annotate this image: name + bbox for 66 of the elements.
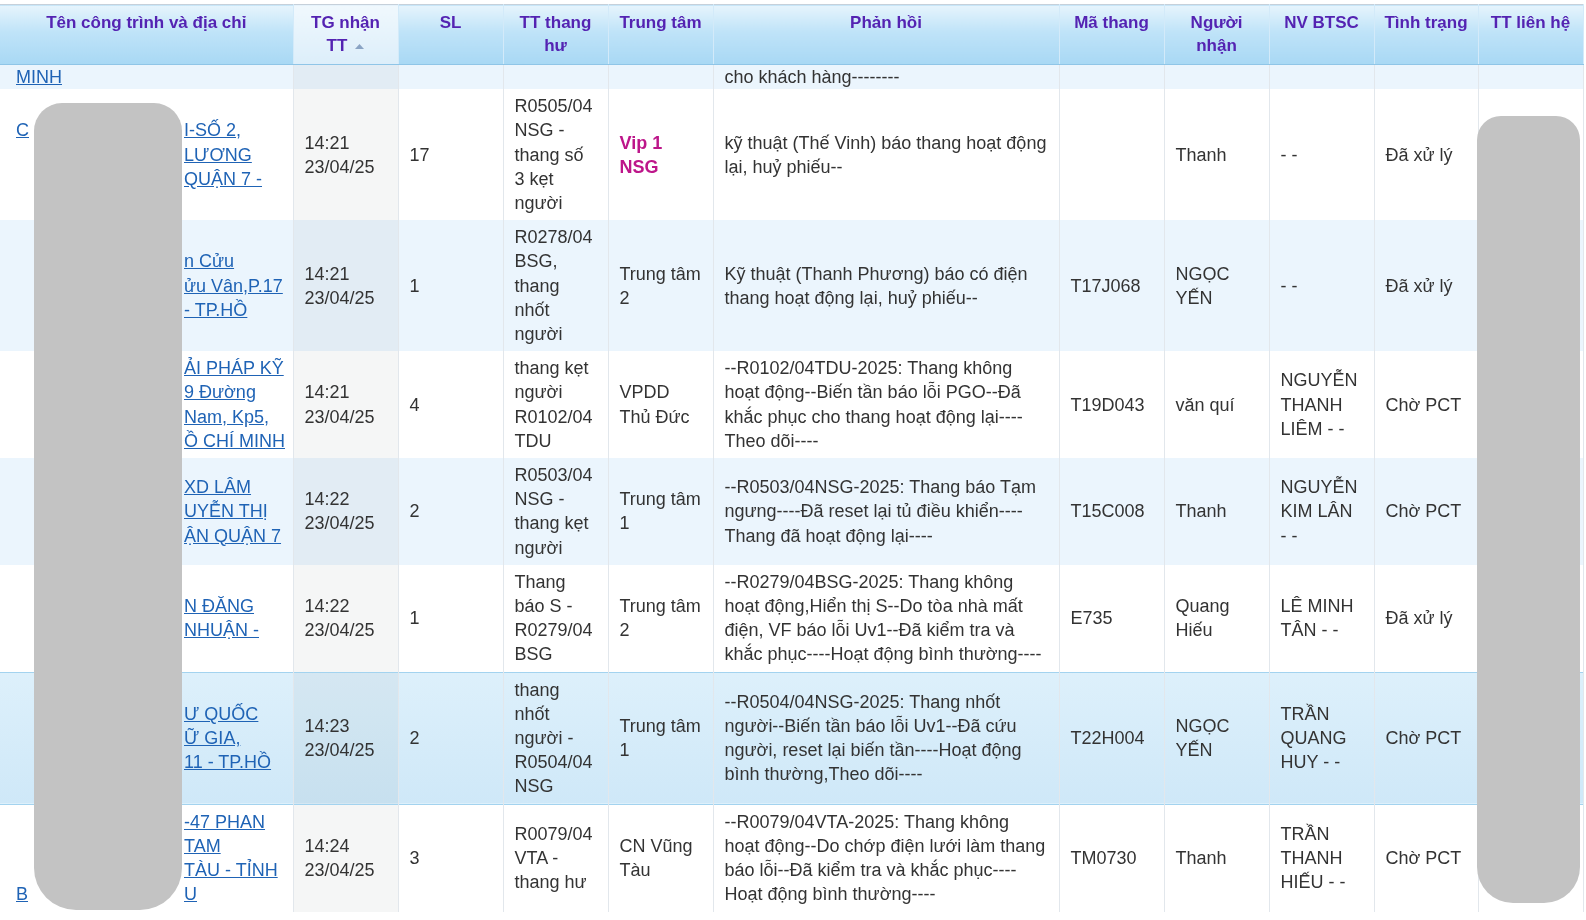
address-link[interactable]: C bbox=[16, 120, 29, 141]
feedback-cell: --R0504/04NSG-2025: Thang nhốt người--Biến tần báo lỗi Uv1--Đã cứu người, reset lại biến tần----Hoạt động bình thường,Theo dõi---- bbox=[713, 672, 1059, 805]
time-cell: 14:22 23/04/25 bbox=[293, 564, 398, 673]
elevator-code-cell: T22H004 bbox=[1059, 672, 1164, 805]
address-link[interactable]: -47 PHAN bbox=[184, 809, 266, 834]
receiver-cell: NGỌC YẾN bbox=[1164, 672, 1269, 805]
column-header[interactable]: Phản hồi bbox=[713, 4, 1059, 65]
quantity-cell: 3 bbox=[398, 804, 503, 912]
column-header[interactable]: Tình trạng bbox=[1374, 4, 1478, 65]
receiver-cell: Thanh bbox=[1164, 458, 1269, 565]
staff-cell: TRẦN THANH HIẾU - - bbox=[1269, 804, 1374, 912]
time-cell: 14:22 23/04/25 bbox=[293, 458, 398, 565]
address-link[interactable]: Ữ GIA, bbox=[184, 726, 241, 751]
address-link[interactable]: Ồ CHÍ MINH bbox=[184, 428, 285, 453]
column-header[interactable]: NV BTSC bbox=[1269, 4, 1374, 65]
center-cell: CN Vũng Tàu bbox=[608, 804, 713, 912]
address-link[interactable]: Ư QUỐC bbox=[184, 701, 259, 727]
column-header[interactable]: Người nhận bbox=[1164, 4, 1269, 65]
quantity-cell: 2 bbox=[398, 672, 503, 805]
time-cell: 14:23 23/04/25 bbox=[293, 672, 398, 805]
center-cell: Trung tâm 1 bbox=[608, 672, 713, 805]
address-link[interactable]: NHUẬN - bbox=[184, 618, 259, 643]
feedback-cell: --R0079/04VTA-2025: Thang không hoạt động--Do chớp điện lưới làm thang báo lỗi--Đã kiểm tra và khắc phục----Hoạt động bình thường---- bbox=[713, 804, 1059, 912]
address-link[interactable]: - TP.HỒ bbox=[184, 297, 248, 322]
column-header[interactable]: Mã thang bbox=[1059, 4, 1164, 65]
address-link[interactable]: ẢI PHÁP KỸ bbox=[184, 356, 284, 381]
time-cell: 14:21 23/04/25 bbox=[293, 351, 398, 459]
address-link[interactable]: 11 - TP.HỒ bbox=[184, 750, 272, 775]
receiver-cell: Thanh bbox=[1164, 804, 1269, 912]
time-cell: 14:24 23/04/25 bbox=[293, 804, 398, 912]
address-link[interactable]: N ĐĂNG bbox=[184, 594, 254, 619]
elevator-code-cell: TM0730 bbox=[1059, 804, 1164, 912]
time-cell: 14:21 23/04/25 bbox=[293, 89, 398, 221]
fault-cell: thang nhốt người - R0504/04 NSG bbox=[503, 672, 608, 805]
address-link[interactable]: ẬN QUẬN 7 bbox=[184, 523, 282, 548]
time-cell: 14:21 23/04/25 bbox=[293, 220, 398, 352]
quantity-cell: 2 bbox=[398, 458, 503, 565]
address-link[interactable]: U bbox=[184, 882, 197, 907]
column-header[interactable]: Trung tâm bbox=[608, 4, 713, 65]
fault-cell: R0079/04 VTA - thang hư bbox=[503, 804, 608, 912]
address-link[interactable]: QUẬN 7 - bbox=[184, 166, 262, 191]
column-header[interactable]: Tên công trình và địa chỉ bbox=[0, 4, 293, 65]
column-header[interactable]: SL bbox=[398, 4, 503, 65]
address-link[interactable]: ửu Vân,P.17 bbox=[184, 273, 283, 298]
address-link[interactable]: TÀU - TỈNH bbox=[184, 858, 278, 883]
column-header[interactable]: TT liên hệ bbox=[1478, 4, 1583, 65]
address-link[interactable]: n Cửu bbox=[184, 249, 235, 274]
feedback-cell: --R0503/04NSG-2025: Thang báo Tạm ngưng----Đã reset lại tủ điều khiển----Thang đã hoạt động lại---- bbox=[713, 458, 1059, 565]
address-link[interactable]: XD LÂM bbox=[184, 475, 252, 500]
address-link[interactable]: LƯƠNG bbox=[184, 142, 252, 167]
address-link[interactable]: TAM bbox=[184, 833, 221, 859]
elevator-code-cell: T15C008 bbox=[1059, 458, 1164, 565]
address-link[interactable]: UYỄN THỊ bbox=[184, 499, 268, 524]
staff-cell: TRẦN QUANG HUY - - bbox=[1269, 672, 1374, 805]
staff-cell: NGUYỄN KIM LÂN - - bbox=[1269, 458, 1374, 565]
address-link[interactable]: I-SỐ 2, bbox=[184, 118, 241, 143]
address-link[interactable]: MINH bbox=[16, 67, 62, 87]
address-link[interactable]: Nam, Kp5, bbox=[184, 404, 270, 429]
column-header[interactable]: TT thang hư bbox=[503, 4, 608, 65]
sort-caret-icon bbox=[355, 44, 365, 49]
table-row[interactable]: MINH cho khách hàng-------- bbox=[0, 64, 1583, 90]
address-link[interactable]: B bbox=[16, 884, 28, 905]
column-header[interactable]: TG nhận TT bbox=[293, 4, 398, 65]
fault-cell: R0503/04 NSG - thang kẹt người bbox=[503, 458, 608, 565]
center-cell: Trung tâm 1 bbox=[608, 458, 713, 565]
address-link[interactable]: 9 Đường bbox=[184, 380, 256, 405]
